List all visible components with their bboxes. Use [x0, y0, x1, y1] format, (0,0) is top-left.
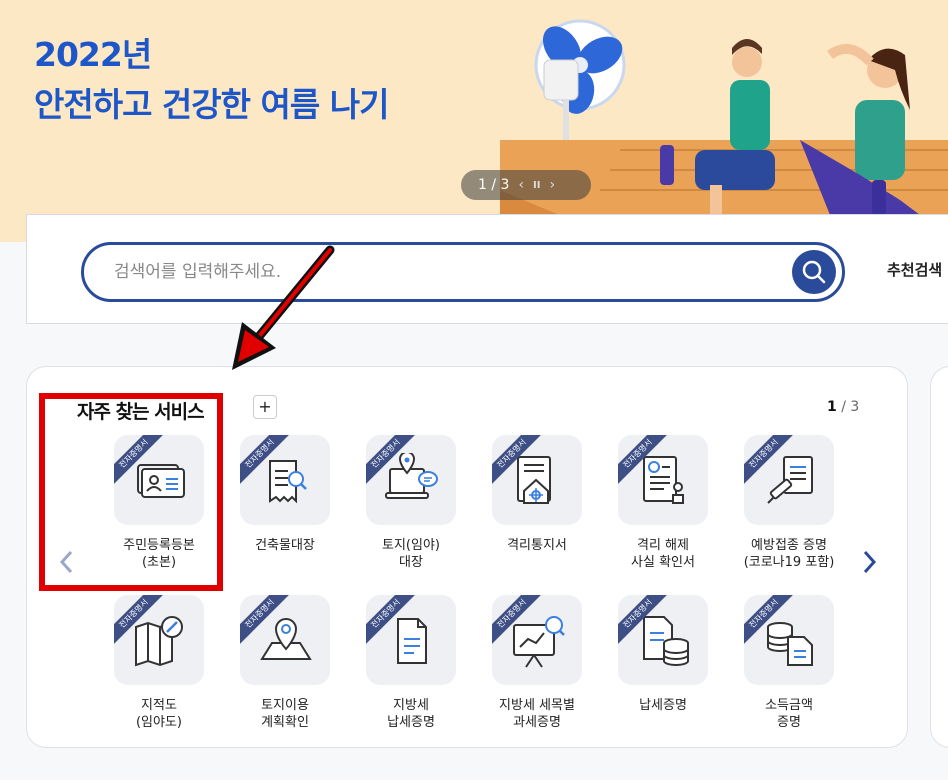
service-tile-quarantine-release[interactable]: 전자증명서 격리 해제 사실 확인서 — [593, 435, 733, 571]
banner-prev-button[interactable]: ‹ — [518, 177, 524, 193]
service-tile-cadastral-map[interactable]: 전자증명서 지적도 (임야도) — [89, 595, 229, 731]
service-label: 격리 해제 사실 확인서 — [631, 538, 695, 570]
service-label: 예방접종 증명 (코로나19 포함) — [743, 538, 835, 570]
service-tile-local-tax-itemized[interactable]: 전자증명서 지방세 세목별 과세증명 — [467, 595, 607, 731]
quarantine-document-icon — [517, 456, 551, 504]
banner-next-button[interactable]: › — [550, 177, 556, 193]
syringe-document-icon — [767, 456, 813, 504]
service-label: 격리통지서 — [507, 538, 567, 553]
search-icon — [802, 260, 826, 284]
service-label: 토지이용 계획확인 — [261, 698, 309, 730]
service-label: 납세증명 — [639, 698, 687, 713]
tile-icon-box: 전자증명서 — [366, 435, 456, 525]
banner-pager: 1 / 3 ‹ II › — [461, 170, 591, 200]
service-tile-local-tax-payment[interactable]: 전자증명서 지방세 납세증명 — [341, 595, 481, 731]
tile-icon-box: 전자증명서 — [492, 435, 582, 525]
service-tile-building-register[interactable]: 전자증명서 건축물대장 — [215, 435, 355, 554]
tile-icon-box: 전자증명서 — [744, 435, 834, 525]
services-next-button[interactable] — [859, 547, 879, 577]
banner-title: 2022년 안전하고 건강한 여름 나기 — [34, 30, 389, 130]
search-input[interactable] — [114, 259, 774, 285]
tile-icon-box: 전자증명서 — [618, 595, 708, 685]
document-icon — [397, 618, 427, 664]
service-label: 지적도 (임야도) — [135, 698, 183, 730]
pointer-arrow-icon — [232, 245, 335, 370]
tile-icon-box: 전자증명서 — [240, 435, 330, 525]
tile-icon-box: 전자증명서 — [744, 595, 834, 685]
tile-icon-box: 전자증명서 — [492, 595, 582, 685]
tile-icon-box: 전자증명서 — [240, 595, 330, 685]
promo-banner[interactable]: 2022년 안전하고 건강한 여름 나기 1 / 3 ‹ II › — [0, 0, 948, 242]
document-database-icon — [643, 616, 689, 666]
service-tile-land-use-plan[interactable]: 전자증명서 토지이용 계획확인 — [215, 595, 355, 731]
services-page-current: 1 — [827, 399, 837, 415]
service-label: 건축물대장 — [255, 538, 315, 553]
services-page-total: / 3 — [836, 399, 860, 415]
tile-icon-box: 전자증명서 — [114, 595, 204, 685]
banner-title-line2: 안전하고 건강한 여름 나기 — [34, 85, 389, 124]
search-field[interactable] — [81, 242, 845, 302]
summer-illustration — [500, 19, 948, 242]
add-service-button[interactable]: + — [253, 395, 277, 419]
service-tile-vaccination-certificate[interactable]: 전자증명서 예방접종 증명 (코로나19 포함) — [719, 435, 859, 571]
search-button[interactable] — [792, 250, 836, 294]
presentation-board-icon — [513, 616, 565, 668]
banner-page-indicator: 1 / 3 — [478, 177, 510, 193]
banner-title-line1: 2022년 — [34, 35, 152, 74]
recommended-search-label[interactable]: 추천검색 — [887, 259, 942, 280]
release-document-icon — [643, 456, 684, 504]
service-label: 지방세 세목별 과세증명 — [499, 698, 575, 730]
service-label: 소득금액 증명 — [765, 698, 813, 730]
tile-icon-box: 전자증명서 — [366, 595, 456, 685]
laptop-map-pin-icon — [385, 453, 438, 499]
document-search-icon — [269, 460, 307, 504]
highlight-box — [39, 393, 223, 591]
service-label: 토지(임야) 대장 — [382, 538, 440, 570]
service-tile-tax-payment[interactable]: 전자증명서 납세증명 — [593, 595, 733, 714]
service-tile-quarantine-notice[interactable]: 전자증명서 격리통지서 — [467, 435, 607, 554]
banner-pause-button[interactable]: II — [533, 180, 540, 191]
database-document-icon — [767, 622, 813, 666]
services-page-indicator: 1 / 3 — [827, 399, 859, 415]
side-panel — [930, 366, 948, 748]
service-tile-land-register[interactable]: 전자증명서 토지(임야) 대장 — [341, 435, 481, 571]
map-pin-icon — [260, 618, 312, 660]
search-section: 추천검색 — [26, 214, 948, 324]
service-label: 지방세 납세증명 — [387, 698, 435, 730]
service-tile-income-certificate[interactable]: 전자증명서 소득금액 증명 — [719, 595, 859, 731]
map-compass-icon — [135, 616, 183, 667]
tile-icon-box: 전자증명서 — [618, 435, 708, 525]
